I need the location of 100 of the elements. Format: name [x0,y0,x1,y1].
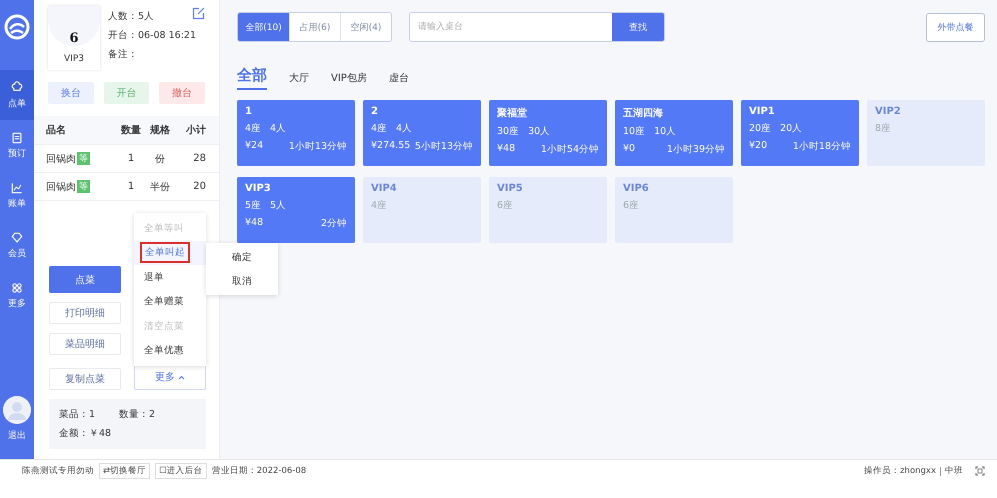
guest-count: 30人 [528,125,550,138]
seat-count: 5座 [245,199,262,212]
switch-restaurant-button[interactable]: ⇄切换餐厅 [99,463,150,479]
order-button[interactable]: 点菜 [49,266,121,293]
seat-count: 6座 [623,199,640,212]
dish-name: 回锅肉 [46,152,76,166]
table-card[interactable]: 1 4座 4人 ¥24 1小时13分钟 [237,100,355,166]
table-card[interactable]: VIP4 4座 [363,177,481,243]
note-label: 备注： [108,48,138,61]
book-icon [10,130,24,144]
search-button[interactable]: 查找 [612,13,664,41]
amount: ¥48 [245,217,264,230]
seat-count: 4座 [371,122,388,135]
quantity-cell-text: 1 [126,181,136,192]
quantity-total: 数量：2 [119,408,156,421]
search-field[interactable]: 请输入桌台 查找 [409,12,665,42]
nav-item[interactable]: 账单 [0,170,34,220]
seat-count: 4座 [245,122,262,135]
quantity-cell-text: 1 [126,153,136,164]
open-time: 开台：06-08 16:21 [108,29,196,42]
menu-item[interactable]: 取消 [206,269,278,293]
nav-item[interactable]: 会员 [0,220,34,270]
filter-tab[interactable]: 空闲(4) [340,13,391,41]
amount: ¥274.55 [371,140,410,153]
amount: ¥0 [623,143,636,156]
copy-order-button[interactable]: 复制点菜 [49,368,121,390]
guest-count: 人数：5人 [108,10,154,23]
menu-item[interactable]: 全单优惠 [134,338,206,363]
operator: 操作员：zhongxx [864,465,936,477]
menu-item[interactable]: 全单叫起 [134,240,206,265]
column-header: 规格 [149,124,171,137]
dish-detail-button[interactable]: 菜品明细 [49,333,121,355]
grid-icon [10,280,24,294]
spec-cell-text: 半份 [149,180,171,194]
guest-count: 5人 [270,199,286,212]
amount: ¥24 [245,140,264,153]
duration: 1小时54分钟 [540,143,599,156]
table-name: 1 [245,106,253,117]
area-tab[interactable]: VIP包房 [331,71,367,90]
avatar-icon[interactable] [3,396,31,424]
seat-count: 10座 [623,125,646,138]
table-name: 2 [371,106,379,117]
seat-count: 20座 [749,122,772,135]
nav-item[interactable]: 预订 [0,120,34,170]
more-button[interactable]: 更多 [134,364,206,390]
subtotal-cell-text: 28 [192,153,206,164]
menu-item[interactable]: 确定 [206,245,278,269]
caret-icon [178,374,185,380]
fullscreen-icon[interactable] [975,466,985,476]
filter-tab[interactable]: 全部(10) [238,13,289,41]
table-name: VIP3 [64,54,84,64]
edit-icon[interactable] [192,7,205,20]
chart-icon [10,180,24,194]
filter-tab[interactable]: 占用(6) [289,13,340,41]
guest-count: 20人 [780,122,802,135]
duration: 1小时13分钟 [288,140,347,153]
amount-total: 金额：￥48 [59,427,112,440]
table-card[interactable]: VIP3 5座 5人 ¥48 2分钟 [237,177,355,243]
table-card[interactable]: 五湖四海 10座 10人 ¥0 1小时39分钟 [615,100,733,166]
business-date: 营业日期：2022-06-08 [212,465,306,477]
nav-item[interactable]: 更多 [0,270,34,320]
table-action-button[interactable]: 撤台 [159,82,206,104]
table-card[interactable]: VIP6 6座 [615,177,733,243]
dish-name: 回锅肉 [46,180,76,194]
duration: 2分钟 [320,217,347,230]
table-name: VIP2 [875,106,902,117]
takeout-button[interactable]: 外带点餐 [926,12,985,42]
table-card[interactable]: VIP2 8座 [867,100,985,166]
menu-item[interactable]: 退单 [134,265,206,290]
table-name: VIP1 [749,106,776,117]
table-action-button[interactable]: 换台 [48,82,94,104]
area-tab[interactable]: 虚台 [388,71,409,90]
menu-item[interactable]: 全单赠菜 [134,290,206,314]
nav-item[interactable]: 点单 [0,70,34,120]
seat-count: 4座 [371,199,388,212]
wait-tag: 等 [77,180,90,193]
table-card[interactable]: VIP5 6座 [489,177,607,243]
print-button[interactable]: 打印明细 [49,302,121,324]
area-tab[interactable]: 大厅 [289,71,309,90]
guest-count: 4人 [270,122,286,135]
amount: ¥20 [749,140,768,153]
table-name: 五湖四海 [623,106,664,120]
table-card[interactable]: VIP1 20座 20人 ¥20 1小时18分钟 [741,100,859,166]
logo-icon [4,14,30,40]
table-name: VIP6 [623,183,650,194]
seat-count: 6座 [497,199,514,212]
table-name: VIP4 [371,183,398,194]
table-card[interactable]: 聚福堂 30座 30人 ¥48 1小时54分钟 [489,100,607,166]
area-tab[interactable]: 全部 [237,66,267,90]
duration: 1小时18分钟 [792,140,851,153]
wait-tag: 等 [77,152,90,165]
dish-count: 菜品：1 [59,408,96,421]
table-action-button[interactable]: 开台 [104,82,150,104]
duration: 5小时13分钟 [414,140,473,153]
amount: ¥48 [497,143,516,156]
spec-cell-text: 份 [154,152,166,166]
restaurant-name: 陈燕测试专用勿动 [22,465,94,477]
table-card[interactable]: 2 4座 4人 ¥274.55 5小时13分钟 [363,100,481,166]
backend-button[interactable]: ☐进入后台 [155,463,207,479]
logout-button[interactable]: 退出 [0,428,34,443]
